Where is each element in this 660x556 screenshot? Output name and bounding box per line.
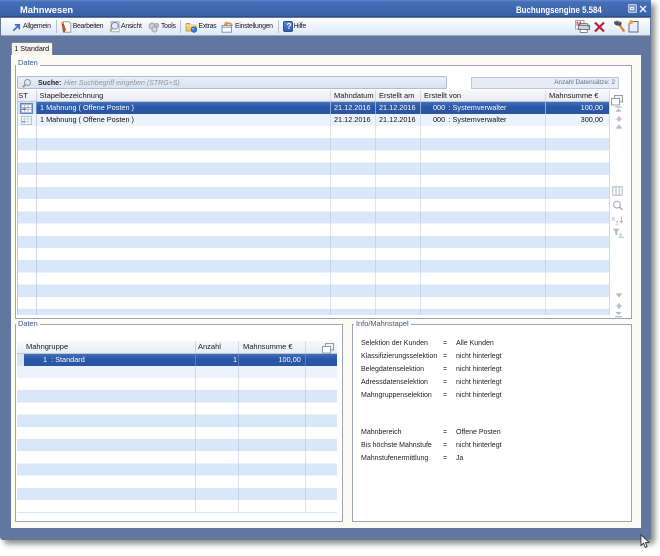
svg-text:z: z [616,221,619,226]
